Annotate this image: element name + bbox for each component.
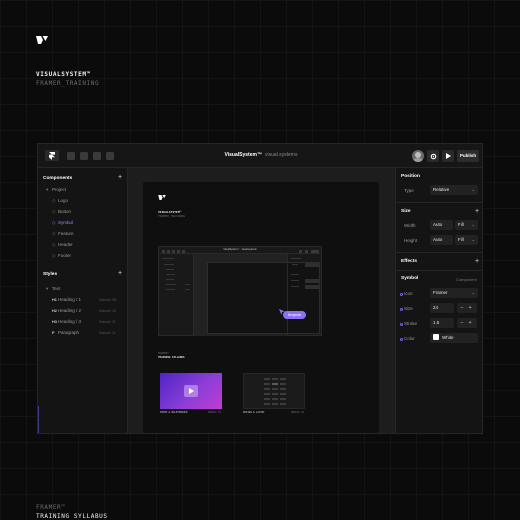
page-frame[interactable]: VISUALSYSTEM™ FRAMER_TRAINING VisualSyst…: [143, 182, 379, 433]
brand-logo-icon: [36, 36, 48, 44]
tree-project[interactable]: ▾ Project: [46, 187, 66, 193]
size-add-button[interactable]: +: [475, 208, 479, 215]
height-mode-select[interactable]: Fill ⌄: [455, 235, 478, 245]
variable-dot-icon: [400, 308, 403, 311]
color-picker[interactable]: White: [430, 333, 478, 343]
style-heading-3[interactable]: H3Heading / 3 Satoshi 11: [52, 319, 127, 324]
width-input[interactable]: Auto: [430, 220, 453, 230]
layout-preview-graphic: [264, 378, 286, 405]
add-component-button[interactable]: +: [118, 174, 122, 181]
icon-size-input[interactable]: 24: [430, 303, 454, 313]
left-panel: Components + ▾ Project ◇ Logo ◇ Button ◇ Sym…: [38, 168, 128, 433]
variable-dot-icon: [400, 338, 403, 341]
chevron-down-icon: ⌄: [471, 222, 475, 227]
icon-select[interactable]: Framer ⌄: [430, 288, 478, 298]
style-paragraph[interactable]: P Paragraph Satoshi 11: [52, 330, 127, 335]
stroke-input[interactable]: 1.5: [430, 318, 454, 328]
preview-play-icon[interactable]: [442, 150, 454, 162]
mini-title: VisualSystem™ · visual.systems: [223, 249, 257, 251]
framer-app-window: VisualSystem™ visual.systems Publish Comp…: [37, 143, 483, 434]
add-style-button[interactable]: +: [118, 270, 122, 277]
section-title: TRAINING SYLLABUS: [158, 356, 185, 359]
module-card-2-thumbnail[interactable]: [243, 373, 305, 409]
effects-heading: Effects: [401, 259, 417, 264]
chevron-down-icon: ⌄: [471, 290, 475, 295]
design-canvas[interactable]: VISUALSYSTEM™ FRAMER_TRAINING VisualSyst…: [128, 168, 395, 433]
footer-title: FRAMER™: [36, 504, 66, 511]
position-type-select[interactable]: Relative ⌄: [430, 185, 478, 195]
tree-item-header[interactable]: ◇ Header: [52, 242, 73, 248]
tree-item-footer[interactable]: ◇ Footer: [52, 253, 71, 259]
color-swatch: [433, 334, 439, 341]
module-card-2-meta: MODULE 02: [291, 411, 304, 414]
tree-item-logo[interactable]: ◇ Logo: [52, 198, 68, 204]
width-label: Width: [404, 223, 416, 228]
stroke-label: Stroke: [404, 321, 418, 326]
symbol-type-label: Component: [456, 277, 477, 282]
height-input[interactable]: Auto: [430, 235, 453, 245]
publish-button[interactable]: Publish: [457, 150, 479, 162]
effects-add-button[interactable]: +: [475, 258, 479, 265]
tree-item-button[interactable]: ◇ Button: [52, 209, 71, 215]
project-domain: visual.systems: [264, 152, 298, 158]
properties-panel: Position Type Relative ⌄ Size + Width Aut…: [395, 168, 482, 433]
frame-subtitle: FRAMER_TRAINING: [158, 214, 186, 218]
chevron-down-icon: ⌄: [471, 187, 475, 192]
components-heading: Components: [43, 176, 73, 181]
style-heading-2[interactable]: H2Heading / 2 Satoshi 16: [52, 308, 127, 313]
mini-editor-preview: VisualSystem™ · visual.systems Benjamin: [158, 246, 322, 336]
settings-icon[interactable]: [427, 150, 439, 162]
variable-dot-icon: [400, 293, 403, 296]
symbol-heading: Symbol: [401, 276, 419, 281]
position-heading: Position: [401, 174, 420, 179]
tree-item-feature[interactable]: ◇ Feature: [52, 231, 74, 237]
brand-subtitle: FRAMER_TRAINING: [36, 80, 100, 87]
module-card-1-thumbnail[interactable]: [160, 373, 222, 409]
width-mode-select[interactable]: Fill ⌄: [455, 220, 478, 230]
module-card-1-title: INTRO & WALKTHROUGH: [160, 411, 188, 414]
size-label: Size: [404, 306, 413, 311]
toolbar: VisualSystem™ visual.systems Publish: [38, 144, 482, 168]
variable-dot-icon: [400, 323, 403, 326]
stroke-stepper[interactable]: – +: [457, 318, 477, 328]
tree-text[interactable]: ▾ Text: [46, 286, 60, 292]
tree-item-symbol[interactable]: ◇ Symbol: [52, 220, 73, 226]
type-label: Type: [404, 188, 414, 193]
styles-heading: Styles: [43, 272, 58, 277]
size-heading: Size: [401, 209, 411, 214]
section-label: FRAMER™: [158, 352, 169, 355]
left-accent-line: [38, 406, 39, 433]
project-name: VisualSystem™: [224, 152, 262, 158]
avatar[interactable]: [412, 150, 424, 162]
module-card-2-title: DESIGN & LAYOUT: [243, 411, 265, 414]
footer-subtitle: TRAINING SYLLABUS: [36, 513, 108, 520]
module-card-1-meta: MODULE 01: [208, 411, 221, 414]
brand-title: VISUALSYSTEM™: [36, 71, 91, 78]
play-icon[interactable]: [184, 385, 198, 397]
icon-label: Icon: [404, 291, 413, 296]
chevron-down-icon: ⌄: [471, 237, 475, 242]
style-heading-1[interactable]: H1Heading / 1 Satoshi 28: [52, 297, 127, 302]
color-label: Color: [404, 336, 415, 341]
collaborator-cursor-label: Benjamin: [283, 311, 307, 319]
icon-size-stepper[interactable]: – +: [457, 303, 477, 313]
brand-logo-icon: [158, 195, 166, 200]
height-label: Height: [404, 238, 418, 243]
